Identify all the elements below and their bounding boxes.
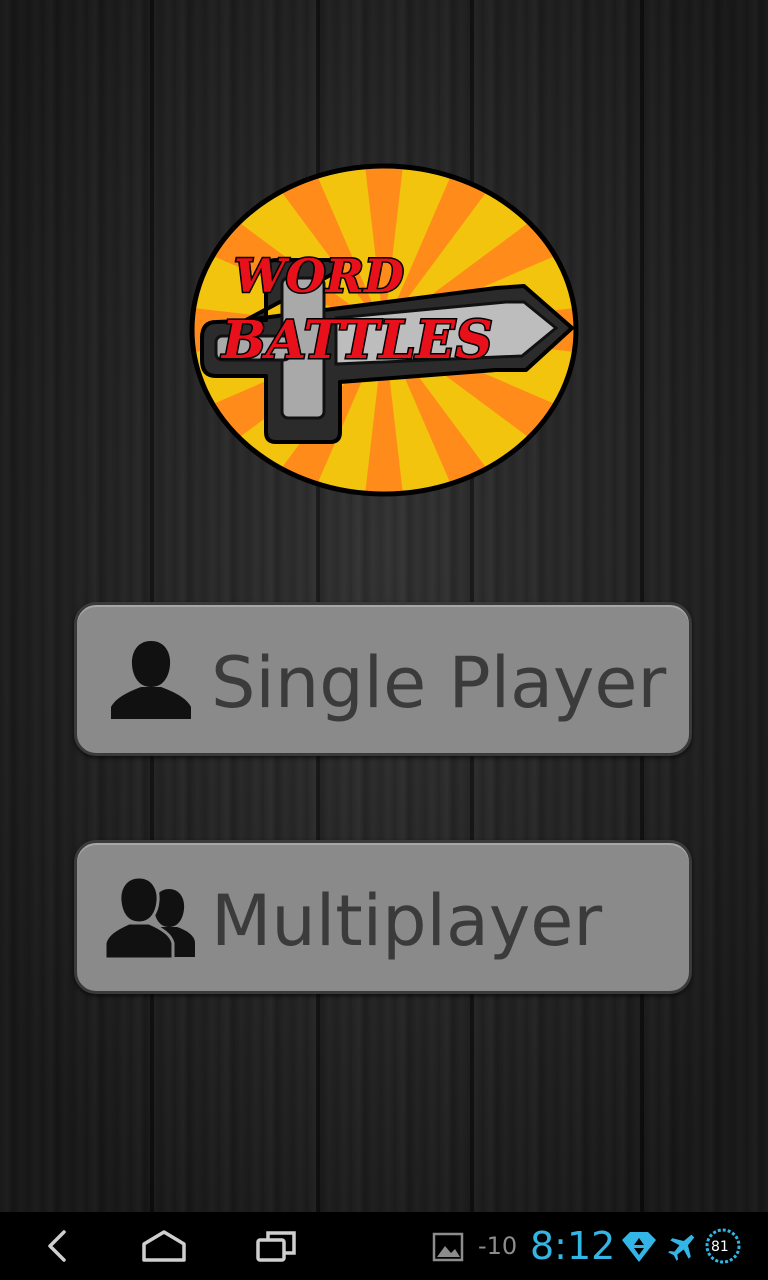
- image-notification-icon: [432, 1232, 464, 1262]
- clock-text: 8:12: [530, 1224, 616, 1268]
- single-player-button[interactable]: Single Player: [74, 602, 692, 756]
- single-person-icon: [111, 641, 191, 719]
- app-screen: WORD BATTLES Single Player Multiplayer -…: [0, 0, 768, 1280]
- single-player-label: Single Player: [211, 642, 667, 724]
- back-arrow-icon[interactable]: [28, 1224, 88, 1268]
- system-navigation-bar: -10 8:12 81: [0, 1212, 768, 1280]
- multiplayer-button[interactable]: Multiplayer: [74, 840, 692, 994]
- recent-apps-icon[interactable]: [246, 1224, 306, 1268]
- group-people-icon: [105, 875, 195, 961]
- temperature-text: -10: [478, 1232, 518, 1260]
- data-signal-icon: [622, 1232, 656, 1262]
- airplane-mode-icon: [668, 1234, 695, 1261]
- logo-battles-text: BATTLES: [220, 310, 493, 371]
- logo-word-text: WORD: [234, 249, 404, 303]
- multiplayer-label: Multiplayer: [211, 880, 603, 962]
- home-icon[interactable]: [134, 1224, 194, 1268]
- word-battles-logo: WORD BATTLES: [189, 163, 579, 497]
- battery-level-text: 81: [711, 1239, 729, 1255]
